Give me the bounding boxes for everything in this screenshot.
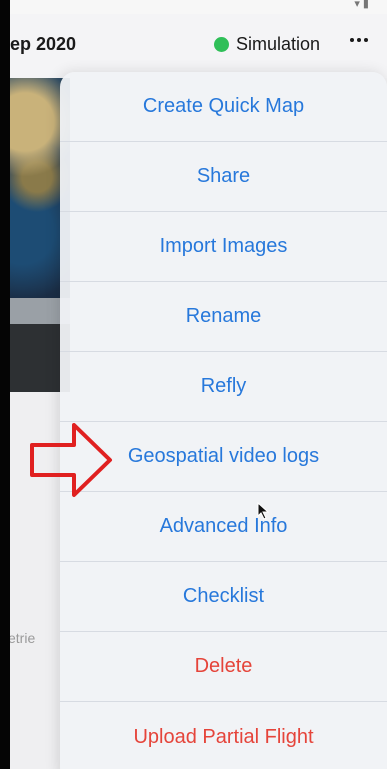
flight-title: ep 2020	[10, 34, 77, 54]
screen-frame: ▾ ▮ ep 2020 Simulation etrie Create Quic…	[0, 0, 387, 769]
cursor-icon	[257, 502, 269, 520]
import-images-button[interactable]: Import Images	[60, 212, 387, 282]
refly-button[interactable]: Refly	[60, 352, 387, 422]
rename-button[interactable]: Rename	[60, 282, 387, 352]
advanced-info-button[interactable]: Advanced Info	[60, 492, 387, 562]
status-strip: ▾ ▮	[10, 0, 387, 14]
ellipsis-icon-dot	[350, 38, 354, 42]
more-options-button[interactable]	[344, 28, 374, 52]
checklist-button[interactable]: Checklist	[60, 562, 387, 632]
retries-text: etrie	[10, 630, 36, 646]
upload-partial-flight-button[interactable]: Upload Partial Flight	[60, 702, 387, 769]
simulation-badge: Simulation	[214, 34, 320, 55]
ellipsis-icon-dot	[357, 38, 361, 42]
app-screen: ▾ ▮ ep 2020 Simulation etrie Create Quic…	[10, 0, 387, 769]
status-indicator-icon: ▾ ▮	[354, 0, 369, 10]
flight-header: ep 2020 Simulation	[10, 14, 387, 78]
delete-button[interactable]: Delete	[60, 632, 387, 702]
mode-label: Simulation	[236, 34, 321, 54]
arrow-right-icon	[30, 423, 112, 497]
status-dot-icon	[214, 37, 229, 52]
create-quick-map-button[interactable]: Create Quick Map	[60, 72, 387, 142]
ellipsis-icon-dot	[364, 38, 368, 42]
share-button[interactable]: Share	[60, 142, 387, 212]
